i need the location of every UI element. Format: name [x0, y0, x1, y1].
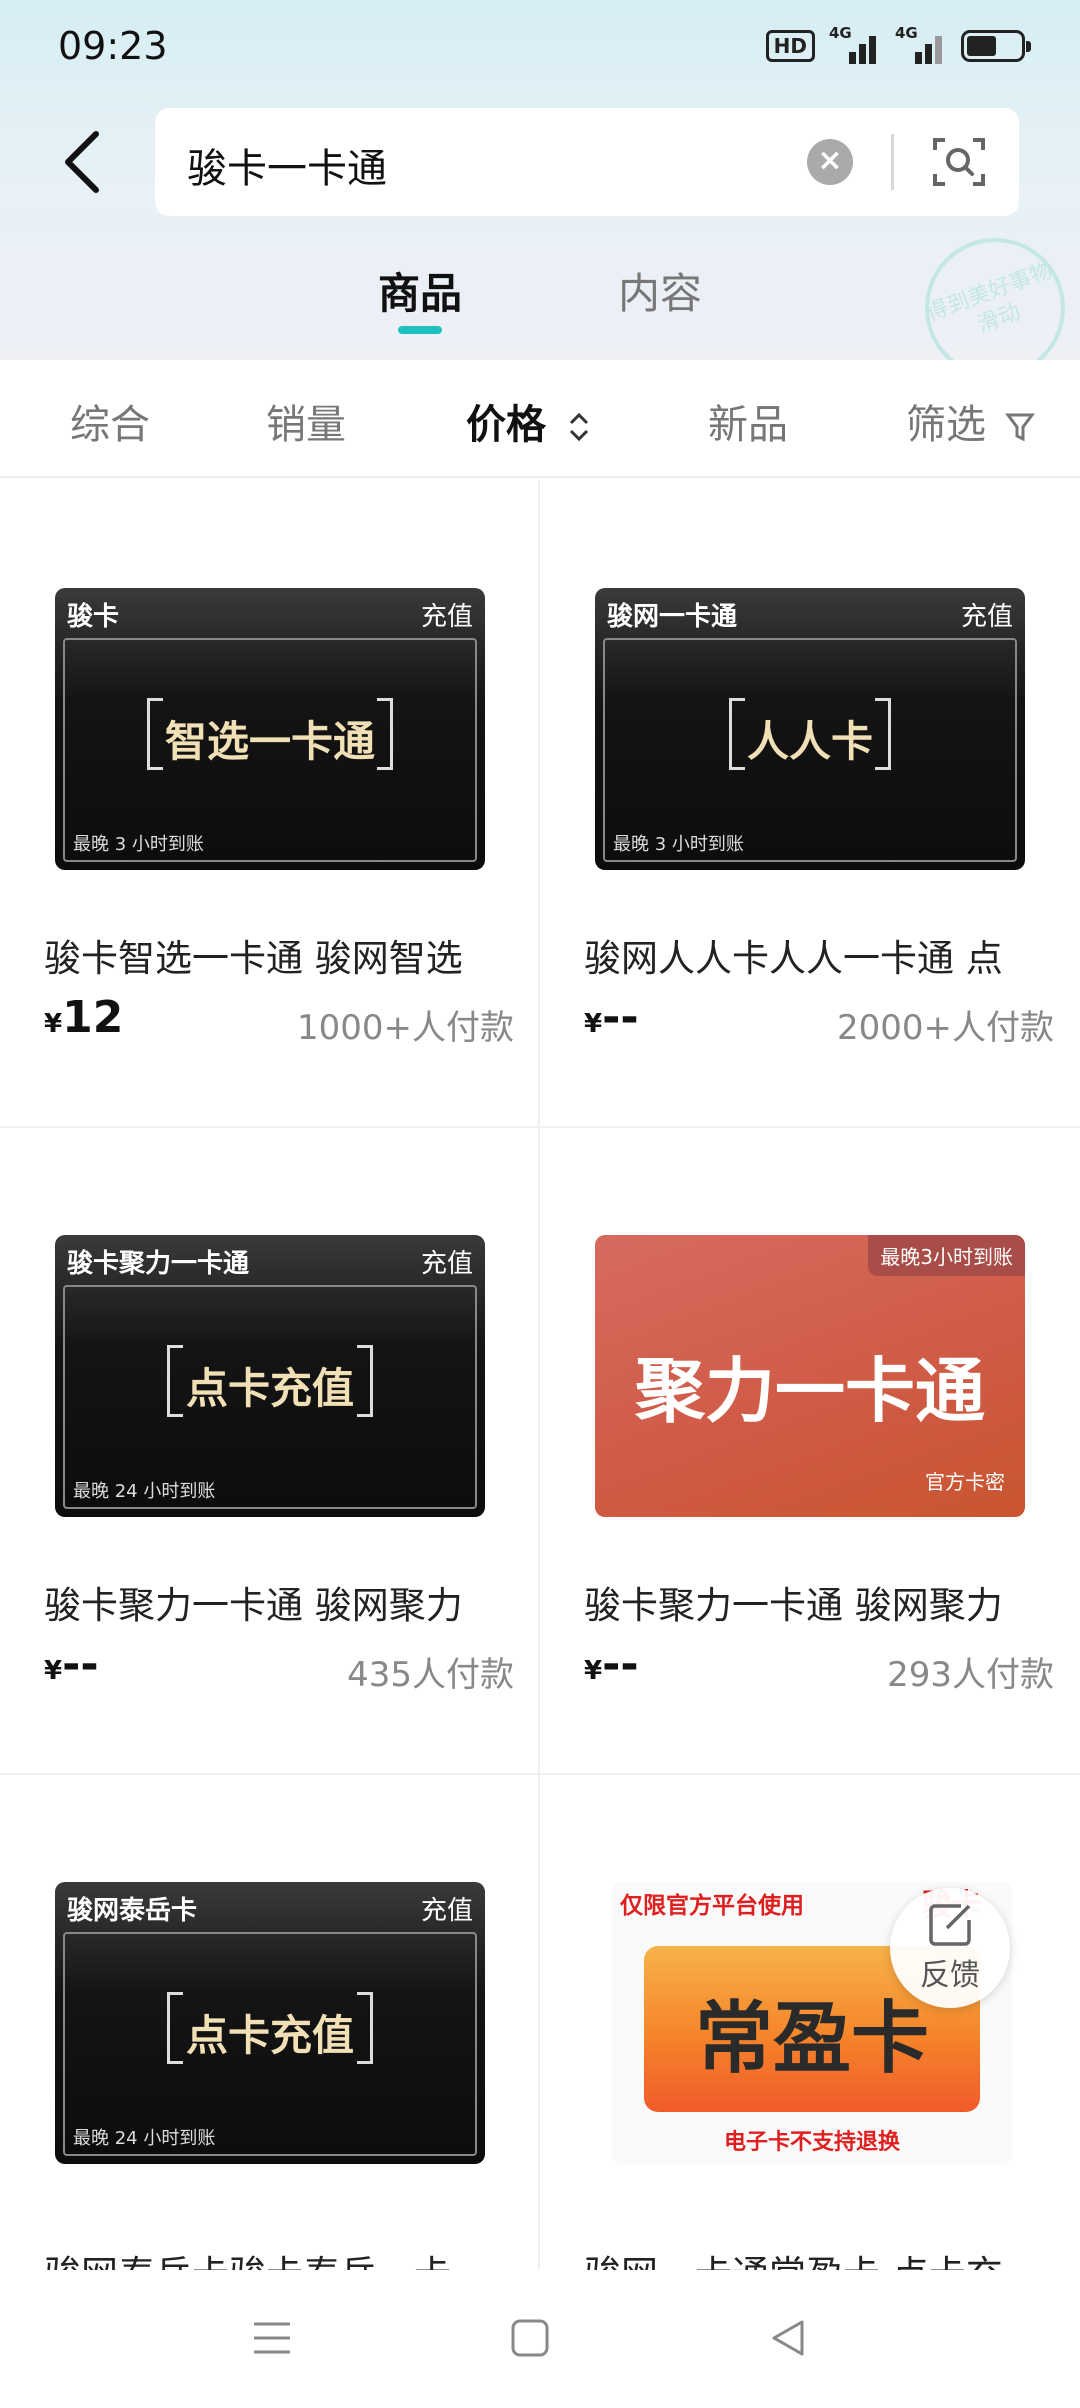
status-bar: 09:23 HD 4G 4G [0, 0, 1080, 100]
product-title[interactable]: 骏网人人卡人人一卡通 点 [584, 928, 1054, 982]
signal-icon-2: 4G [895, 24, 947, 64]
product-price: ¥-- [584, 992, 639, 1043]
filter-button[interactable]: 筛选 [906, 392, 1035, 450]
header: 09:23 HD 4G 4G 骏卡一卡通 × 商品 内容 得到美好事物 滑动 [0, 0, 1080, 398]
back-button[interactable] [60, 130, 108, 194]
image-badge: 最晚3小时到账 [868, 1235, 1025, 1276]
sort-new[interactable]: 新品 [708, 392, 788, 450]
clear-icon[interactable]: × [807, 139, 853, 185]
sort-price[interactable]: 价格 [466, 392, 592, 450]
product-card[interactable]: 骏卡 充值 智选一卡通 最晚 3 小时到账 骏卡智选一卡通 骏网智选 ¥12 1… [0, 480, 540, 1127]
menu-icon[interactable] [252, 2320, 292, 2356]
image-label: 仅限官方平台使用 [620, 1893, 804, 1919]
product-card[interactable]: 骏网泰岳卡 充值 点卡充值 最晚 24 小时到账 骏网泰岳卡骏卡泰岳一卡 [0, 1774, 540, 2270]
image-note: 电子卡不支持退换 [723, 2130, 900, 2155]
product-title[interactable]: 骏卡智选一卡通 骏网智选 [44, 928, 514, 982]
search-bar[interactable]: 骏卡一卡通 × [155, 108, 1019, 216]
system-nav-bar [0, 2270, 1080, 2408]
battery-icon [961, 30, 1031, 62]
signal-icon: 4G [829, 24, 881, 64]
payment-count: 1000+人付款 [296, 1008, 514, 1048]
tab-indicator [398, 326, 442, 334]
product-card[interactable]: 仅限官方平台使用 骏卡 常盈卡 电子卡不支持退换 骏网一卡通常盈卡 点卡充 [540, 1774, 1080, 2270]
image-label: 充值 [420, 1249, 473, 1279]
image-label: 骏网一卡通 [607, 602, 738, 632]
sort-bar: 综合 销量 价格 新品 筛选 [0, 360, 1080, 478]
product-title[interactable]: 骏网一卡通常盈卡 点卡充 [584, 2244, 1054, 2270]
product-card[interactable]: 骏网一卡通 充值 人人卡 最晚 3 小时到账 骏网人人卡人人一卡通 点 ¥-- … [540, 480, 1080, 1127]
sort-arrows-icon [569, 412, 588, 442]
status-time: 09:23 [58, 24, 168, 68]
product-title[interactable]: 骏网泰岳卡骏卡泰岳一卡 [44, 2244, 514, 2270]
tab-bar: 商品 内容 [0, 260, 1080, 340]
scan-icon[interactable] [931, 134, 987, 190]
payment-count: 435人付款 [347, 1655, 514, 1695]
image-note: 官方卡密 [925, 1470, 1005, 1494]
product-image: 骏网泰岳卡 充值 点卡充值 最晚 24 小时到账 [55, 1882, 485, 2164]
search-input[interactable]: 骏卡一卡通 [187, 136, 387, 194]
sort-sales[interactable]: 销量 [266, 392, 346, 450]
image-label: 充值 [960, 602, 1013, 632]
chevron-left-icon [65, 131, 99, 193]
payment-count: 2000+人付款 [836, 1008, 1054, 1048]
image-label: 充值 [420, 1896, 473, 1926]
image-note: 最晚 24 小时到账 [73, 1481, 216, 1502]
product-price: ¥-- [44, 1639, 99, 1690]
tab-products[interactable]: 商品 [378, 260, 462, 321]
product-price: ¥12 [44, 992, 124, 1043]
sort-comprehensive[interactable]: 综合 [70, 392, 150, 450]
product-card[interactable]: 最晚3小时到账 聚力一卡通 官方卡密 骏卡聚力一卡通 骏网聚力 ¥-- 293人… [540, 1127, 1080, 1774]
status-icons: HD 4G 4G [765, 24, 1031, 64]
divider [891, 134, 894, 190]
image-label: 骏卡聚力一卡通 [67, 1249, 250, 1279]
product-image: 骏卡聚力一卡通 充值 点卡充值 最晚 24 小时到账 [55, 1235, 485, 1517]
hd-icon: HD [765, 30, 815, 62]
image-title: 点卡充值 [185, 1364, 354, 1413]
feedback-button[interactable]: 反馈 [890, 1888, 1010, 2008]
product-image: 最晚3小时到账 聚力一卡通 官方卡密 [595, 1235, 1025, 1517]
image-title: 智选一卡通 [164, 717, 375, 766]
image-note: 最晚 3 小时到账 [73, 834, 204, 855]
image-title: 点卡充值 [185, 2011, 354, 2060]
image-note: 最晚 3 小时到账 [613, 834, 744, 855]
feedback-label: 反馈 [920, 1958, 980, 1993]
home-icon[interactable] [510, 2318, 550, 2358]
product-image: 骏网一卡通 充值 人人卡 最晚 3 小时到账 [595, 588, 1025, 870]
image-title: 人人卡 [746, 717, 873, 766]
product-image: 骏卡 充值 智选一卡通 最晚 3 小时到账 [55, 588, 485, 870]
tab-content[interactable]: 内容 [618, 260, 702, 321]
image-label: 充值 [420, 602, 473, 632]
payment-count: 293人付款 [887, 1655, 1054, 1695]
product-card[interactable]: 骏卡聚力一卡通 充值 点卡充值 最晚 24 小时到账 骏卡聚力一卡通 骏网聚力 … [0, 1127, 540, 1774]
image-note: 最晚 24 小时到账 [73, 2128, 216, 2149]
product-price: ¥-- [584, 1639, 639, 1690]
image-title: 聚力一卡通 [635, 1350, 985, 1432]
product-title[interactable]: 骏卡聚力一卡通 骏网聚力 [584, 1575, 1054, 1629]
edit-icon [929, 1904, 971, 1946]
product-title[interactable]: 骏卡聚力一卡通 骏网聚力 [44, 1575, 514, 1629]
filter-icon [1004, 413, 1035, 442]
image-label: 骏网泰岳卡 [67, 1896, 198, 1926]
back-nav-icon[interactable] [768, 2318, 808, 2358]
image-label: 骏卡 [67, 602, 120, 632]
